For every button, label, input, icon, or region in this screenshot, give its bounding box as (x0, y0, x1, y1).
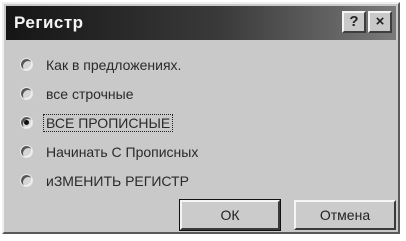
option-label: ВСЕ ПРОПИСНЫЕ (42, 114, 174, 132)
change-case-dialog: Регистр ? × Как в предложениях. все стро… (2, 2, 400, 234)
option-uppercase[interactable]: ВСЕ ПРОПИСНЫЕ (20, 112, 380, 141)
option-label: иЗМЕНИТЬ РЕГИСТР (46, 173, 189, 189)
option-label: все строчные (46, 86, 134, 102)
option-title-case[interactable]: Начинать С Прописных (20, 141, 380, 170)
dialog-title: Регистр (14, 13, 84, 32)
option-label: Как в предложениях. (46, 57, 182, 73)
option-toggle-case[interactable]: иЗМЕНИТЬ РЕГИСТР (20, 170, 380, 199)
ok-button[interactable]: ОК (179, 199, 281, 231)
help-button[interactable]: ? (342, 11, 366, 33)
radio-uppercase[interactable] (20, 116, 33, 129)
option-label: Начинать С Прописных (46, 144, 199, 160)
radio-toggle-case[interactable] (20, 174, 33, 187)
case-options-group: Как в предложениях. все строчные ВСЕ ПРО… (20, 54, 380, 199)
radio-title-case[interactable] (20, 145, 33, 158)
option-lowercase[interactable]: все строчные (20, 83, 380, 112)
option-sentence-case[interactable]: Как в предложениях. (20, 54, 380, 83)
radio-sentence-case[interactable] (20, 58, 33, 71)
close-button[interactable]: × (368, 11, 392, 33)
radio-lowercase[interactable] (20, 87, 33, 100)
title-bar[interactable]: Регистр ? × (6, 6, 396, 40)
cancel-button[interactable]: Отмена (294, 200, 396, 230)
